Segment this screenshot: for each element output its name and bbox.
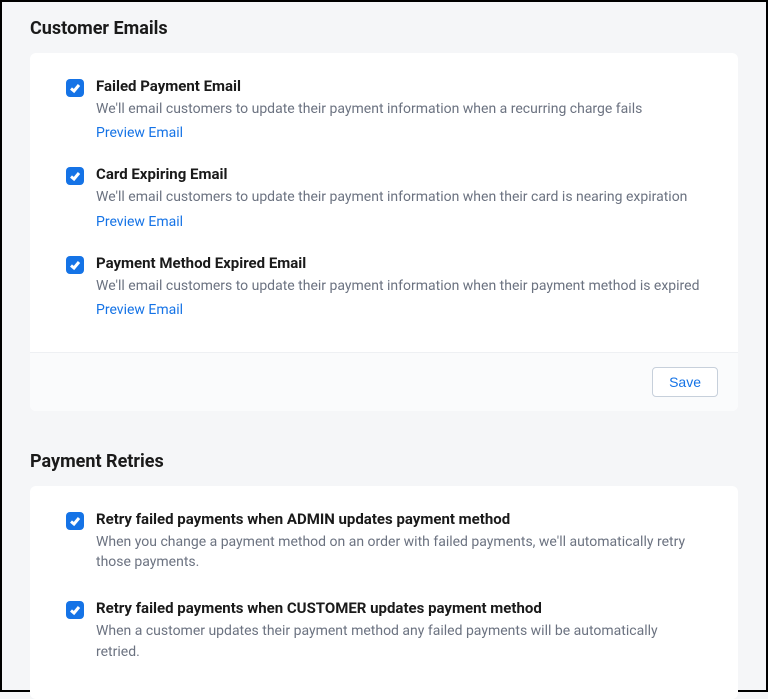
- payment-retries-card: Retry failed payments when ADMIN updates…: [30, 486, 738, 699]
- option-description: We'll email customers to update their pa…: [96, 187, 702, 207]
- check-icon: [69, 515, 81, 527]
- option-description: We'll email customers to update their pa…: [96, 276, 702, 296]
- check-icon: [69, 604, 81, 616]
- option-payment-method-expired-email: Payment Method Expired Email We'll email…: [66, 254, 702, 318]
- option-failed-payment-email: Failed Payment Email We'll email custome…: [66, 77, 702, 141]
- preview-email-link[interactable]: Preview Email: [96, 125, 183, 141]
- section-title-customer-emails: Customer Emails: [30, 18, 738, 39]
- option-title: Failed Payment Email: [96, 77, 702, 95]
- option-description: When a customer updates their payment me…: [96, 621, 702, 662]
- save-button[interactable]: Save: [652, 367, 718, 397]
- card-footer: Save: [30, 352, 738, 411]
- checkbox-failed-payment-email[interactable]: [66, 79, 84, 97]
- preview-email-link[interactable]: Preview Email: [96, 214, 183, 230]
- option-card-expiring-email: Card Expiring Email We'll email customer…: [66, 165, 702, 229]
- checkbox-retry-admin-update[interactable]: [66, 512, 84, 530]
- section-title-payment-retries: Payment Retries: [30, 451, 738, 472]
- customer-emails-card: Failed Payment Email We'll email custome…: [30, 53, 738, 411]
- option-title: Card Expiring Email: [96, 165, 702, 183]
- checkbox-payment-method-expired-email[interactable]: [66, 256, 84, 274]
- option-title: Retry failed payments when CUSTOMER upda…: [96, 599, 702, 617]
- preview-email-link[interactable]: Preview Email: [96, 302, 183, 318]
- check-icon: [69, 82, 81, 94]
- option-description: We'll email customers to update their pa…: [96, 99, 702, 119]
- option-title: Retry failed payments when ADMIN updates…: [96, 510, 702, 528]
- check-icon: [69, 170, 81, 182]
- option-retry-customer-update: Retry failed payments when CUSTOMER upda…: [66, 599, 702, 665]
- checkbox-retry-customer-update[interactable]: [66, 601, 84, 619]
- option-retry-admin-update: Retry failed payments when ADMIN updates…: [66, 510, 702, 576]
- checkbox-card-expiring-email[interactable]: [66, 167, 84, 185]
- check-icon: [69, 259, 81, 271]
- option-title: Payment Method Expired Email: [96, 254, 702, 272]
- option-description: When you change a payment method on an o…: [96, 532, 702, 573]
